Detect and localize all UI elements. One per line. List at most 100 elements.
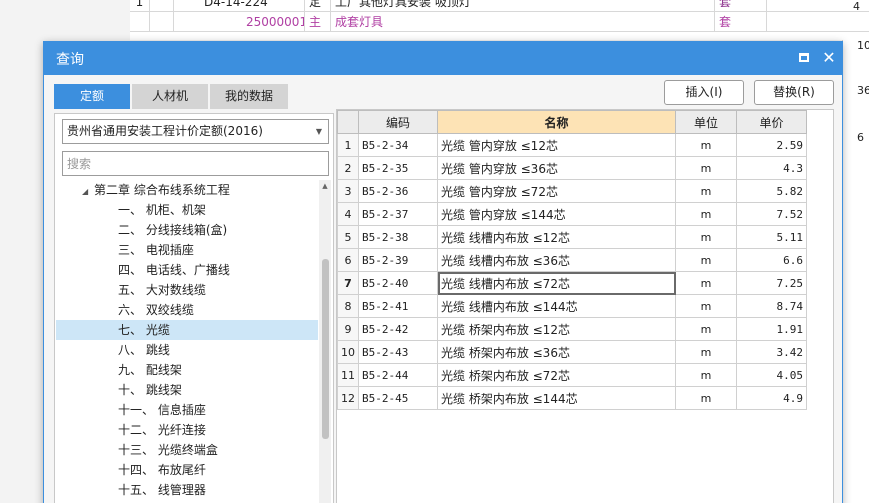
row-number[interactable]: 2: [337, 156, 359, 180]
row-number[interactable]: 7: [337, 271, 359, 295]
quota-code[interactable]: B5-2-43: [358, 340, 438, 364]
tree-node[interactable]: 六、 双绞线缆: [56, 300, 318, 320]
quota-unit[interactable]: m: [675, 133, 737, 157]
quota-unit[interactable]: m: [675, 363, 737, 387]
tree-scrollbar[interactable]: ▲ ▼: [319, 180, 331, 503]
quota-price[interactable]: 7.25: [736, 271, 807, 295]
quota-unit[interactable]: m: [675, 225, 737, 249]
tree-node[interactable]: 一、 机柜、机架: [56, 200, 318, 220]
table-row[interactable]: 1 B5-2-34 光缆 管内穿放 ≤12芯 m 2.59: [337, 133, 807, 157]
quota-price[interactable]: 2.59: [736, 133, 807, 157]
tree-node[interactable]: 三、 电视插座: [56, 240, 318, 260]
quota-price[interactable]: 5.11: [736, 225, 807, 249]
background-row[interactable]: 1 D4-14-224 定 工厂其他灯具安装 吸顶灯 套: [130, 0, 869, 12]
insert-button[interactable]: 插入(I): [664, 80, 744, 105]
tab-my-data[interactable]: 我的数据: [210, 84, 288, 109]
quota-unit[interactable]: m: [675, 179, 737, 203]
quota-name[interactable]: 光缆 管内穿放 ≤144芯: [437, 202, 676, 226]
quota-code[interactable]: B5-2-42: [358, 317, 438, 341]
quota-price[interactable]: 4.05: [736, 363, 807, 387]
row-number[interactable]: 9: [337, 317, 359, 341]
close-icon[interactable]: ✕: [821, 50, 837, 66]
search-input[interactable]: [62, 151, 329, 176]
table-row[interactable]: 3 B5-2-36 光缆 管内穿放 ≤72芯 m 5.82: [337, 179, 807, 203]
quota-name[interactable]: 光缆 管内穿放 ≤12芯: [437, 133, 676, 157]
row-number[interactable]: 4: [337, 202, 359, 226]
tree-node[interactable]: 八、 跳线: [56, 340, 318, 360]
quota-unit[interactable]: m: [675, 294, 737, 318]
quota-unit[interactable]: m: [675, 317, 737, 341]
quota-unit[interactable]: m: [675, 386, 737, 410]
quota-price[interactable]: 3.42: [736, 340, 807, 364]
quota-name[interactable]: 光缆 线槽内布放 ≤72芯: [437, 271, 676, 295]
table-row[interactable]: 5 B5-2-38 光缆 线槽内布放 ≤12芯 m 5.11: [337, 225, 807, 249]
quota-code[interactable]: B5-2-45: [358, 386, 438, 410]
column-header-code[interactable]: 编码: [358, 110, 438, 134]
column-header-unit[interactable]: 单位: [675, 110, 737, 134]
table-row[interactable]: 2 B5-2-35 光缆 管内穿放 ≤36芯 m 4.3: [337, 156, 807, 180]
quota-price[interactable]: 4.3: [736, 156, 807, 180]
tree-node[interactable]: 九、 配线架: [56, 360, 318, 380]
column-header-price[interactable]: 单价: [736, 110, 807, 134]
quota-unit[interactable]: m: [675, 202, 737, 226]
corner-header[interactable]: [337, 110, 359, 134]
tree-node[interactable]: 四、 电话线、广播线: [56, 260, 318, 280]
chevron-down-icon[interactable]: ▼: [316, 120, 322, 143]
table-row[interactable]: 4 B5-2-37 光缆 管内穿放 ≤144芯 m 7.52: [337, 202, 807, 226]
row-number[interactable]: 12: [337, 386, 359, 410]
quota-name[interactable]: 光缆 线槽内布放 ≤12芯: [437, 225, 676, 249]
tree-node[interactable]: 十二、 光纤连接: [56, 420, 318, 440]
column-header-name[interactable]: 名称: [437, 110, 676, 134]
quota-name[interactable]: 光缆 线槽内布放 ≤36芯: [437, 248, 676, 272]
quota-code[interactable]: B5-2-40: [358, 271, 438, 295]
tree-node[interactable]: 二、 分线接线箱(盒): [56, 220, 318, 240]
quota-unit[interactable]: m: [675, 271, 737, 295]
tree-node[interactable]: 十三、 光缆终端盒: [56, 440, 318, 460]
quota-code[interactable]: B5-2-36: [358, 179, 438, 203]
quota-name[interactable]: 光缆 管内穿放 ≤72芯: [437, 179, 676, 203]
scrollbar-thumb[interactable]: [322, 259, 329, 439]
scroll-up-icon[interactable]: ▲: [319, 180, 331, 192]
quota-price[interactable]: 5.82: [736, 179, 807, 203]
quota-name[interactable]: 光缆 桥架内布放 ≤36芯: [437, 340, 676, 364]
row-number[interactable]: 11: [337, 363, 359, 387]
row-number[interactable]: 6: [337, 248, 359, 272]
quota-library-select[interactable]: 贵州省通用安装工程计价定额(2016) ▼: [62, 119, 329, 144]
tree-node[interactable]: 十四、 布放尾纤: [56, 460, 318, 480]
quota-name[interactable]: 光缆 桥架内布放 ≤144芯: [437, 386, 676, 410]
table-row[interactable]: 6 B5-2-39 光缆 线槽内布放 ≤36芯 m 6.6: [337, 248, 807, 272]
replace-button[interactable]: 替换(R): [754, 80, 834, 105]
quota-name[interactable]: 光缆 线槽内布放 ≤144芯: [437, 294, 676, 318]
quota-price[interactable]: 7.52: [736, 202, 807, 226]
tab-quota[interactable]: 定额: [54, 84, 130, 109]
quota-unit[interactable]: m: [675, 248, 737, 272]
quota-price[interactable]: 8.74: [736, 294, 807, 318]
table-row[interactable]: 10 B5-2-43 光缆 桥架内布放 ≤36芯 m 3.42: [337, 340, 807, 364]
quota-code[interactable]: B5-2-41: [358, 294, 438, 318]
quota-code[interactable]: B5-2-38: [358, 225, 438, 249]
tree-node-chapter[interactable]: ◢ 第二章 综合布线系统工程: [56, 180, 318, 200]
maximize-icon[interactable]: [796, 50, 812, 66]
quota-unit[interactable]: m: [675, 340, 737, 364]
quota-code[interactable]: B5-2-44: [358, 363, 438, 387]
tab-labor-material-machine[interactable]: 人材机: [132, 84, 208, 109]
table-row[interactable]: 12 B5-2-45 光缆 桥架内布放 ≤144芯 m 4.9: [337, 386, 807, 410]
quota-price[interactable]: 1.91: [736, 317, 807, 341]
table-row[interactable]: 7 B5-2-40 光缆 线槽内布放 ≤72芯 m 7.25: [337, 271, 807, 295]
dialog-titlebar[interactable]: 查询 ✕: [44, 42, 842, 75]
quota-name[interactable]: 光缆 桥架内布放 ≤72芯: [437, 363, 676, 387]
quota-name[interactable]: 光缆 桥架内布放 ≤12芯: [437, 317, 676, 341]
quota-name[interactable]: 光缆 管内穿放 ≤36芯: [437, 156, 676, 180]
tree-node[interactable]: 五、 大对数线缆: [56, 280, 318, 300]
table-row[interactable]: 9 B5-2-42 光缆 桥架内布放 ≤12芯 m 1.91: [337, 317, 807, 341]
row-number[interactable]: 8: [337, 294, 359, 318]
quota-unit[interactable]: m: [675, 156, 737, 180]
quota-code[interactable]: B5-2-39: [358, 248, 438, 272]
tree-node[interactable]: 十五、 线管理器: [56, 480, 318, 500]
row-number[interactable]: 5: [337, 225, 359, 249]
table-row[interactable]: 11 B5-2-44 光缆 桥架内布放 ≤72芯 m 4.05: [337, 363, 807, 387]
background-row-main-material[interactable]: 25000001 主 成套灯具 套: [130, 12, 869, 32]
expand-caret-icon[interactable]: ◢: [82, 182, 94, 202]
table-row[interactable]: 8 B5-2-41 光缆 线槽内布放 ≤144芯 m 8.74: [337, 294, 807, 318]
quota-code[interactable]: B5-2-34: [358, 133, 438, 157]
